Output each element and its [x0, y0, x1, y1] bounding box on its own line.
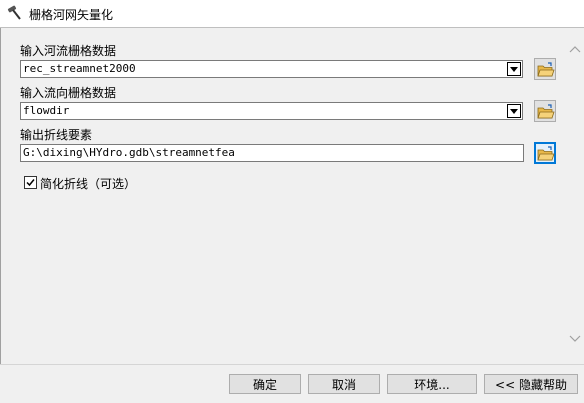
browse-flowdir-button[interactable] [534, 100, 556, 122]
hammer-icon [6, 5, 24, 21]
input-stream-raster-value: rec_streamnet2000 [23, 62, 136, 75]
ok-button[interactable]: 确定 [229, 374, 301, 394]
input-stream-raster-label: 输入河流栅格数据 [20, 44, 117, 58]
vertical-scrollbar[interactable] [565, 28, 584, 364]
hide-help-button[interactable]: << 隐藏帮助 [484, 374, 578, 394]
input-flowdir-raster-value: flowdir [23, 104, 70, 117]
simplify-polylines-checkbox[interactable] [24, 176, 37, 189]
chevron-down-icon[interactable] [507, 104, 521, 118]
title-bar: 栅格河网矢量化 [0, 0, 584, 28]
input-flowdir-raster-label: 输入流向栅格数据 [20, 86, 117, 100]
input-flowdir-raster-combo[interactable]: flowdir [20, 102, 523, 120]
tool-parameters-panel [0, 28, 565, 364]
scroll-up-icon[interactable] [569, 44, 581, 56]
output-polyline-input[interactable]: G:\dixing\HYdro.gdb\streamnetfea [20, 144, 524, 162]
check-icon [26, 179, 35, 187]
output-polyline-label: 输出折线要素 [20, 128, 93, 142]
chevron-down-icon[interactable] [507, 62, 521, 76]
input-stream-raster-combo[interactable]: rec_streamnet2000 [20, 60, 523, 78]
output-polyline-value: G:\dixing\HYdro.gdb\streamnetfea [23, 146, 235, 159]
cancel-button[interactable]: 取消 [308, 374, 380, 394]
scroll-down-icon[interactable] [569, 332, 581, 344]
environments-button[interactable]: 环境... [387, 374, 477, 394]
browse-output-button[interactable] [534, 142, 556, 164]
window-title: 栅格河网矢量化 [29, 8, 114, 22]
browse-stream-button[interactable] [534, 58, 556, 80]
simplify-polylines-label[interactable]: 简化折线（可选） [40, 175, 136, 192]
